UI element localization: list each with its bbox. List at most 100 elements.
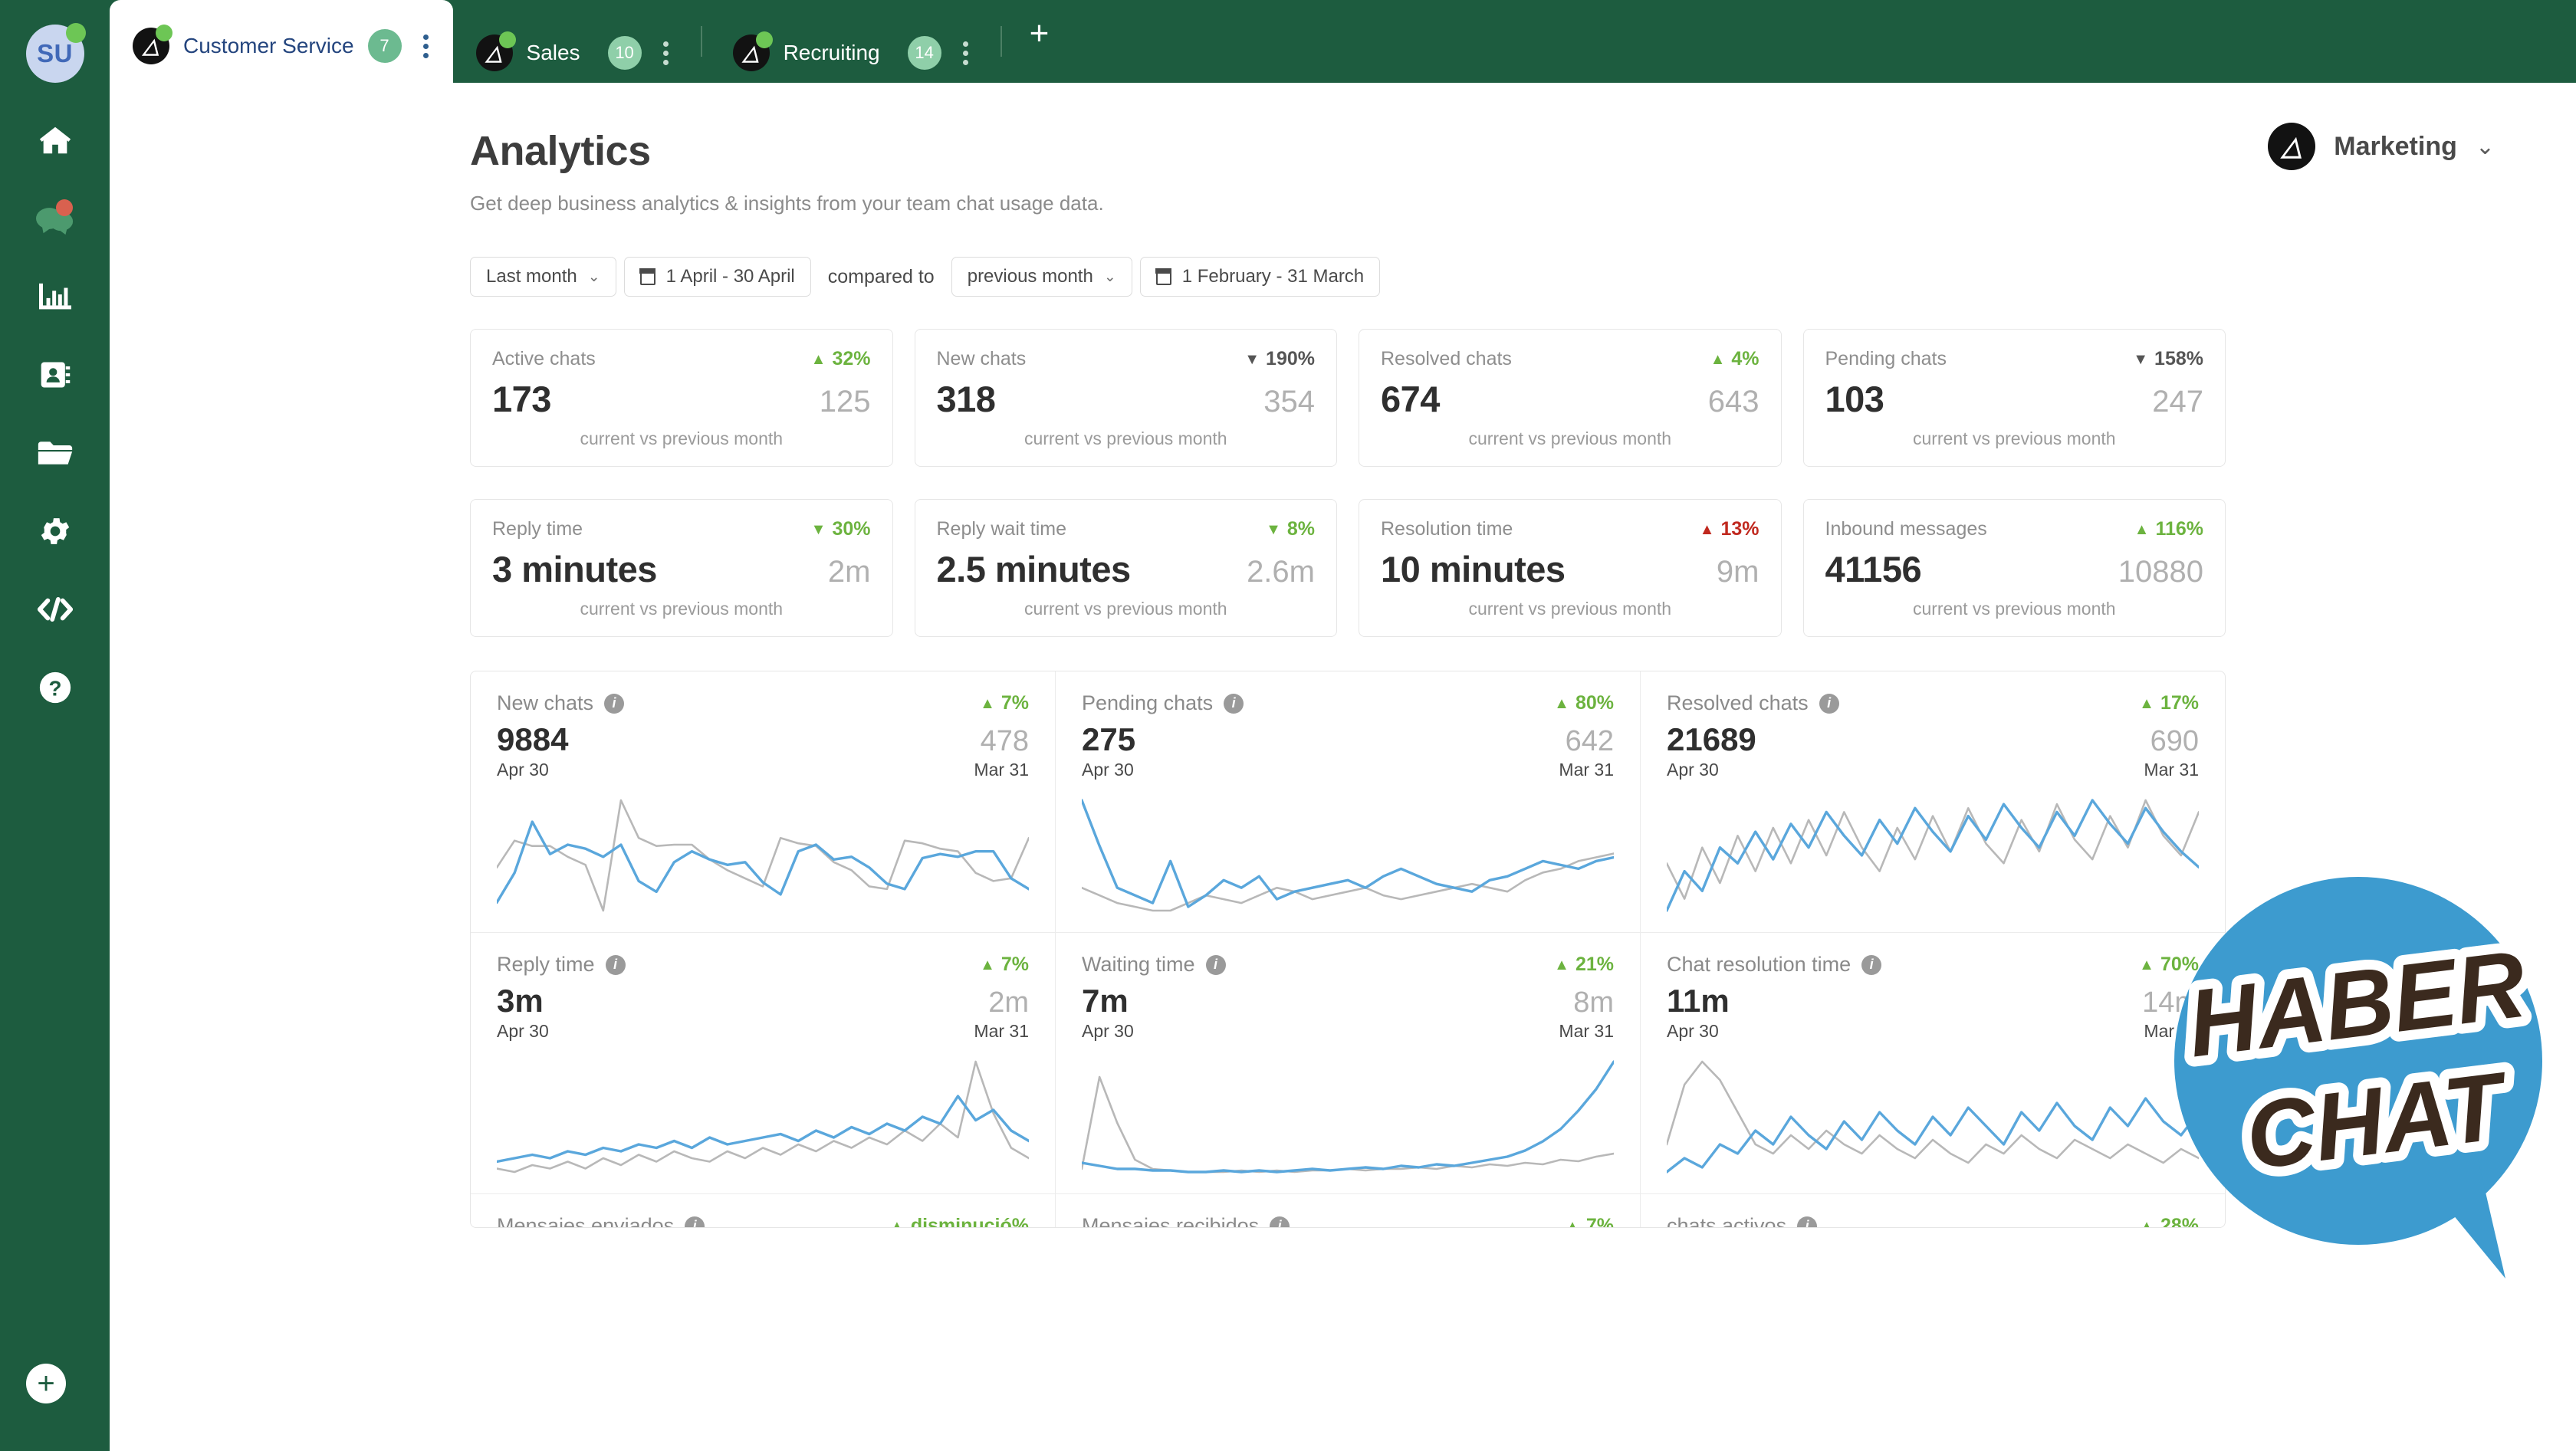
add-workspace-button[interactable]: + xyxy=(26,1364,66,1403)
arrow-up-icon: ▲ xyxy=(2134,522,2150,537)
info-icon[interactable]: i xyxy=(1270,1216,1290,1228)
chart-current-date: Apr 30 xyxy=(1082,1021,1134,1042)
compare-date-label: 1 February - 31 March xyxy=(1182,266,1364,287)
sidebar-item-help[interactable]: ? xyxy=(31,664,79,711)
tab-unread-count: 14 xyxy=(908,36,941,70)
kpi-card[interactable]: Pending chats ▼ 158% 103 247 current vs … xyxy=(1803,329,2226,467)
chart-panel-reply-time[interactable]: Reply time i ▲ 7% 3m 2m xyxy=(471,933,1055,1193)
kpi-card[interactable]: Active chats ▲ 32% 173 125 current vs pr… xyxy=(470,329,893,467)
tab-menu-icon[interactable] xyxy=(656,38,676,68)
series-current xyxy=(1667,1098,2199,1172)
app-window: SU xyxy=(0,0,2576,1451)
info-icon[interactable]: i xyxy=(1206,955,1226,975)
chart-delta-value: 17% xyxy=(2160,692,2199,714)
chart-delta: ▲ 80% xyxy=(1554,692,1614,714)
tab-menu-icon[interactable] xyxy=(416,31,436,61)
kpi-card[interactable]: Resolved chats ▲ 4% 674 643 current vs p… xyxy=(1359,329,1782,467)
tab-menu-icon[interactable] xyxy=(955,38,976,68)
kpi-card[interactable]: Resolution time ▲ 13% 10 minutes 9m curr… xyxy=(1359,499,1782,637)
brand-a-glyph: △ xyxy=(2282,131,2302,162)
user-avatar[interactable]: SU xyxy=(26,25,84,83)
series-current xyxy=(497,1096,1029,1162)
chart-title: Pending chats xyxy=(1082,691,1213,715)
sidebar-item-contacts[interactable] xyxy=(31,351,79,399)
home-icon xyxy=(38,123,73,158)
info-icon[interactable]: i xyxy=(604,694,624,714)
chart-title-wrap: New chats i xyxy=(497,691,624,715)
chart-delta: ▲ 21% xyxy=(1554,954,1614,976)
sparkline-chart xyxy=(1082,1055,1614,1178)
info-icon[interactable]: i xyxy=(1797,1216,1817,1228)
kpi-current: 3 minutes xyxy=(492,548,657,590)
kpi-delta: ▼ 158% xyxy=(2133,348,2203,370)
workspace-logo: △ xyxy=(2268,123,2315,170)
chart-delta-value: 70% xyxy=(2160,954,2199,976)
chart-current: 9884 xyxy=(497,721,568,758)
info-icon[interactable]: i xyxy=(606,955,626,975)
info-icon[interactable]: i xyxy=(1224,694,1244,714)
chart-delta: ▲ 7% xyxy=(980,954,1029,976)
kpi-delta-value: 13% xyxy=(1720,518,1759,540)
chart-previous-date: Mar 31 xyxy=(974,1021,1029,1042)
chart-values: 275 642 xyxy=(1082,721,1614,758)
compare-date-field[interactable]: 1 February - 31 March xyxy=(1140,257,1380,297)
tab-label: Recruiting xyxy=(784,41,880,65)
chart-panel-chat-resolution-time[interactable]: Chat resolution time i ▲ 70% 11m xyxy=(1640,933,2225,1193)
kpi-card[interactable]: Inbound messages ▲ 116% 41156 10880 curr… xyxy=(1803,499,2226,637)
sidebar-item-home[interactable] xyxy=(31,117,79,164)
sidebar-item-settings[interactable] xyxy=(31,507,79,555)
sidebar-item-files[interactable] xyxy=(31,429,79,477)
kpi-values: 10 minutes 9m xyxy=(1381,548,1760,590)
arrow-down-icon: ▼ xyxy=(2133,352,2148,367)
chart-panel-resolved-chats[interactable]: Resolved chats i ▲ 17% 21689 690 xyxy=(1640,671,2225,932)
kpi-label: Reply wait time xyxy=(937,518,1067,540)
tab-customer-service[interactable]: △ Customer Service 7 xyxy=(110,0,453,83)
chart-panel-waiting-time[interactable]: Waiting time i ▲ 21% 7m 8m xyxy=(1055,933,1640,1193)
contacts-icon xyxy=(38,358,72,392)
kpi-delta-value: 4% xyxy=(1731,348,1759,370)
arrow-up-icon: ▲ xyxy=(1700,522,1715,537)
chevron-down-icon: ⌄ xyxy=(1104,268,1116,286)
tab-online-dot xyxy=(156,25,172,41)
chart-current-date: Apr 30 xyxy=(1667,760,1719,780)
chart-panel-chats-activos[interactable]: chats activos i ▲ 28% xyxy=(1640,1194,2225,1227)
info-icon[interactable]: i xyxy=(685,1216,705,1228)
workspace-selector[interactable]: △ Marketing ⌄ xyxy=(2268,123,2495,170)
arrow-down-icon: ▼ xyxy=(811,522,826,537)
chart-title: Mensajes enviados xyxy=(497,1214,674,1227)
chart-current-date: Apr 30 xyxy=(1667,1021,1719,1042)
chart-current: 11m xyxy=(1667,983,1730,1019)
kpi-card[interactable]: New chats ▼ 190% 318 354 current vs prev… xyxy=(915,329,1338,467)
arrow-down-icon: ▼ xyxy=(1244,352,1260,367)
plus-icon: + xyxy=(1030,15,1050,52)
compare-select-label: previous month xyxy=(968,266,1093,287)
chart-header: Pending chats i ▲ 80% xyxy=(1082,691,1614,715)
kpi-delta: ▼ 30% xyxy=(811,518,871,540)
chart-current: 275 xyxy=(1082,721,1135,758)
kpi-card[interactable]: Reply time ▼ 30% 3 minutes 2m current vs… xyxy=(470,499,893,637)
tab-unread-count: 7 xyxy=(368,29,402,63)
chart-row-3: Mensajes enviados i ▲ disminució% xyxy=(471,1193,2225,1227)
compare-select[interactable]: previous month ⌄ xyxy=(951,257,1132,297)
kpi-card[interactable]: Reply wait time ▼ 8% 2.5 minutes 2.6m cu… xyxy=(915,499,1338,637)
chart-panel-mensajes-enviados[interactable]: Mensajes enviados i ▲ disminució% xyxy=(471,1194,1055,1227)
sidebar-item-developer[interactable] xyxy=(31,586,79,633)
range-date-field[interactable]: 1 April - 30 April xyxy=(624,257,811,297)
chart-title-wrap: Reply time i xyxy=(497,953,626,977)
chart-delta: ▲ 17% xyxy=(2139,692,2199,714)
range-select[interactable]: Last month ⌄ xyxy=(470,257,616,297)
sidebar-item-analytics[interactable] xyxy=(31,273,79,320)
tab-sales[interactable]: △ Sales 10 xyxy=(453,23,693,83)
brand-a-glyph: △ xyxy=(143,36,159,57)
kpi-values: 2.5 minutes 2.6m xyxy=(937,548,1316,590)
chart-panel-new-chats[interactable]: New chats i ▲ 7% 9884 478 xyxy=(471,671,1055,932)
new-tab-button[interactable]: + xyxy=(1010,17,1070,51)
tab-recruiting[interactable]: △ Recruiting 14 xyxy=(710,23,993,83)
chart-panel-pending-chats[interactable]: Pending chats i ▲ 80% 275 642 xyxy=(1055,671,1640,932)
sidebar-item-chats[interactable] xyxy=(31,195,79,242)
kpi-current: 318 xyxy=(937,378,996,420)
chart-panel-mensajes-recibidos[interactable]: Mensajes recibidos i ▲ 7% xyxy=(1055,1194,1640,1227)
info-icon[interactable]: i xyxy=(1819,694,1839,714)
info-icon[interactable]: i xyxy=(1861,955,1881,975)
chart-dates: Apr 30 Mar 31 xyxy=(1082,760,1614,780)
